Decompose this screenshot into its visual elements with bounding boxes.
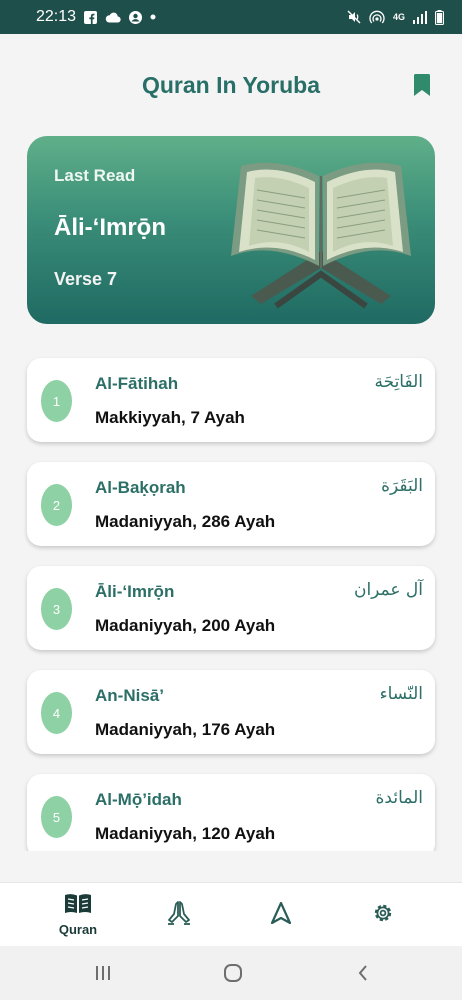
last-read-verse: Verse 7 xyxy=(54,269,118,289)
last-read-label: Last Read xyxy=(54,166,136,185)
cloud-icon xyxy=(105,12,121,23)
surah-meta: Madaniyyah, 286 Ayah xyxy=(95,512,276,531)
surah-name: Al-Baḳọrah xyxy=(95,478,186,497)
surah-meta: Madaniyyah, 200 Ayah xyxy=(95,616,276,635)
4g-icon: 4G xyxy=(392,11,405,22)
nav-quran-label: Quran xyxy=(58,922,98,937)
settings-gear-icon xyxy=(371,901,395,930)
surah-meta: Makkiyyah, 7 Ayah xyxy=(95,408,245,427)
app-title: Quran In Yoruba xyxy=(141,71,321,98)
surah-arabic-name: آل عمران xyxy=(353,580,423,600)
account-icon xyxy=(129,10,143,24)
surah-name: Āli-‘Imrọ̄n xyxy=(95,582,175,601)
nav-prayer[interactable] xyxy=(139,883,219,947)
surah-card-5[interactable]: 5 Al-Mọ̄’idah المائدة Madaniyyah, 120 Ay… xyxy=(27,774,435,851)
signal-icon xyxy=(413,10,427,24)
hotspot-icon xyxy=(369,10,385,24)
home-icon[interactable] xyxy=(218,960,248,986)
nav-settings[interactable] xyxy=(343,883,423,947)
surah-arabic-name: البَقَرَة xyxy=(381,476,423,496)
facebook-icon xyxy=(84,10,98,24)
surah-arabic-name: المائدة xyxy=(375,788,423,808)
surah-meta: Madaniyyah, 120 Ayah xyxy=(95,824,276,843)
last-read-card[interactable]: Last Read Āli-‘Imrọ̄n Verse 7 xyxy=(27,136,435,324)
surah-number-badge: 3 xyxy=(41,588,72,630)
nav-qibla[interactable] xyxy=(241,883,321,947)
battery-icon xyxy=(435,9,444,25)
nav-quran[interactable]: Quran xyxy=(38,883,118,947)
qibla-arrow-icon xyxy=(270,901,292,929)
prayer-hands-icon xyxy=(166,900,192,931)
surah-number-badge: 2 xyxy=(41,484,72,526)
surah-arabic-name: النّساء xyxy=(379,684,423,704)
bottom-nav: Quran xyxy=(0,882,462,946)
surah-number-badge: 5 xyxy=(41,796,72,838)
surah-card-2[interactable]: 2 Al-Baḳọrah البَقَرَة Madaniyyah, 286 A… xyxy=(27,462,435,546)
status-bar: 22:13 4G xyxy=(0,0,462,34)
status-left: 22:13 xyxy=(36,8,156,26)
surah-name: An-Nisā’ xyxy=(95,686,164,705)
surah-number-badge: 1 xyxy=(41,380,72,422)
surah-number-badge: 4 xyxy=(41,692,72,734)
mute-icon xyxy=(347,10,361,24)
surah-name: Al-Fātihah xyxy=(95,374,179,393)
surah-card-1[interactable]: 1 Al-Fātihah الفَاتِحَة Makkiyyah, 7 Aya… xyxy=(27,358,435,442)
surah-card-4[interactable]: 4 An-Nisā’ النّساء Madaniyyah, 176 Ayah xyxy=(27,670,435,754)
open-quran-illustration xyxy=(221,156,421,316)
surah-card-3[interactable]: 3 Āli-‘Imrọ̄n آل عمران Madaniyyah, 200 A… xyxy=(27,566,435,650)
dot-icon xyxy=(150,14,156,20)
quran-book-icon xyxy=(64,893,92,920)
surah-list[interactable]: 1 Al-Fātihah الفَاتِحَة Makkiyyah, 7 Aya… xyxy=(0,356,462,851)
recents-icon[interactable] xyxy=(88,960,118,986)
surah-arabic-name: الفَاتِحَة xyxy=(374,372,423,392)
surah-name: Al-Mọ̄’idah xyxy=(95,790,182,809)
status-time: 22:13 xyxy=(36,8,77,25)
status-right: 4G xyxy=(347,9,444,25)
system-nav-bar xyxy=(0,946,462,1000)
bookmark-icon[interactable] xyxy=(414,74,430,96)
last-read-surah: Āli-‘Imrọ̄n xyxy=(54,214,166,241)
app-header: Quran In Yoruba xyxy=(0,34,462,136)
surah-meta: Madaniyyah, 176 Ayah xyxy=(95,720,276,739)
back-icon[interactable] xyxy=(348,960,378,986)
